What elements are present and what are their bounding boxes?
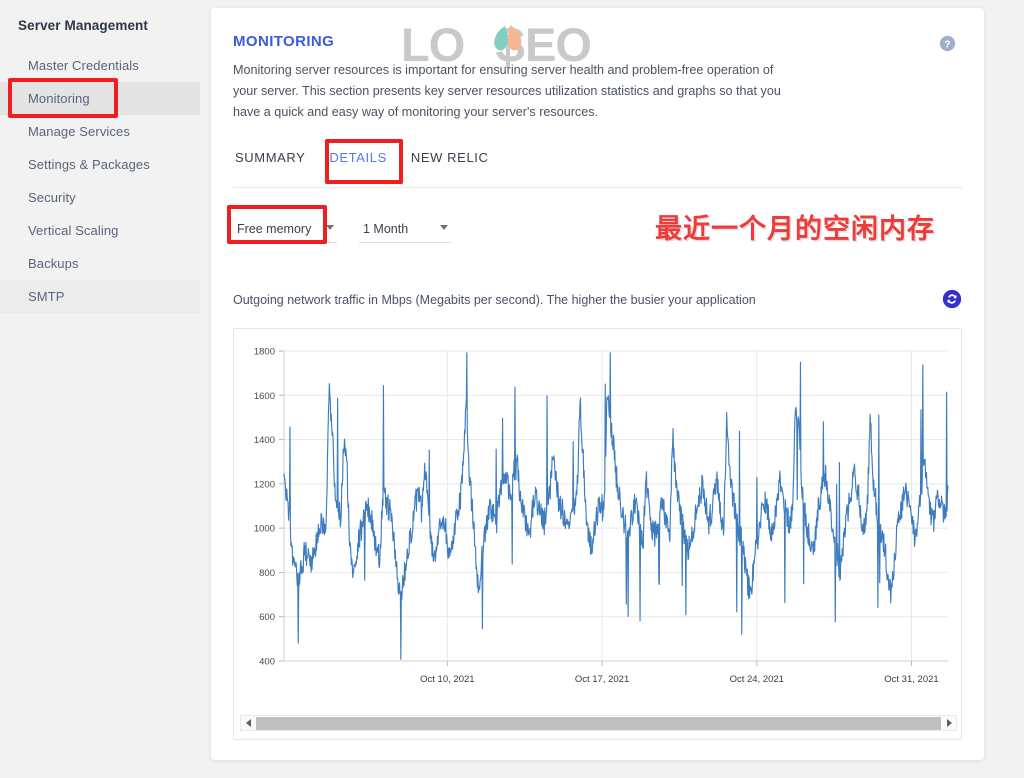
sidebar-item-backups[interactable]: Backups xyxy=(0,247,200,280)
metric-select[interactable]: Free memory xyxy=(233,215,337,243)
svg-text:Oct 24, 2021: Oct 24, 2021 xyxy=(730,674,784,685)
page-title: MONITORING xyxy=(233,33,335,50)
sidebar-item-label: SMTP xyxy=(28,289,65,304)
chart-plot-area[interactable]: 400 600 800 1000 1200 1400 1600 1800 Oct 10, 202… xyxy=(234,329,963,697)
chevron-down-icon xyxy=(326,225,334,230)
sidebar: Server Management Master Credentials Moni… xyxy=(0,0,200,778)
tab-bar: SUMMARY DETAILS NEW RELIC xyxy=(233,148,962,188)
sidebar-item-label: Vertical Scaling xyxy=(28,223,119,238)
chart-card: 400 600 800 1000 1200 1400 1600 1800 Oct 10, 202… xyxy=(233,328,962,740)
tab-new-relic[interactable]: NEW RELIC xyxy=(399,148,501,165)
svg-text:Oct 31, 2021: Oct 31, 2021 xyxy=(884,674,938,685)
sidebar-nav-list: Master Credentials Monitoring Manage Servi… xyxy=(0,49,200,313)
sidebar-item-label: Security xyxy=(28,190,76,205)
svg-text:?: ? xyxy=(944,39,950,50)
refresh-icon[interactable] xyxy=(942,289,962,309)
tab-details[interactable]: DETAILS xyxy=(317,148,398,165)
sidebar-item-label: Backups xyxy=(28,256,79,271)
sidebar-item-settings-packages[interactable]: Settings & Packages xyxy=(0,148,200,181)
free-memory-line-chart: 400 600 800 1000 1200 1400 1600 1800 Oct 10, 202… xyxy=(254,347,949,685)
scrollbar-thumb[interactable] xyxy=(256,716,941,730)
svg-text:800: 800 xyxy=(259,568,275,579)
svg-text:1400: 1400 xyxy=(254,435,275,446)
svg-text:1800: 1800 xyxy=(254,347,275,358)
svg-text:Oct 10, 2021: Oct 10, 2021 xyxy=(420,674,474,685)
scroll-left-arrow-icon[interactable] xyxy=(241,716,255,730)
metric-select-value: Free memory xyxy=(237,221,312,236)
sidebar-item-vertical-scaling[interactable]: Vertical Scaling xyxy=(0,214,200,247)
chart-horizontal-scrollbar[interactable] xyxy=(240,715,957,731)
period-select[interactable]: 1 Month xyxy=(359,215,451,243)
sidebar-item-security[interactable]: Security xyxy=(0,181,200,214)
sidebar-title: Server Management xyxy=(18,18,149,33)
sidebar-item-master-credentials[interactable]: Master Credentials xyxy=(0,49,200,82)
chart-controls: Free memory 1 Month xyxy=(233,215,451,243)
question-circle-icon[interactable]: ? xyxy=(939,35,956,52)
scroll-right-arrow-icon[interactable] xyxy=(942,716,956,730)
sidebar-item-smtp[interactable]: SMTP xyxy=(0,280,200,313)
svg-text:1000: 1000 xyxy=(254,524,275,535)
sidebar-item-manage-services[interactable]: Manage Services xyxy=(0,115,200,148)
sidebar-item-label: Settings & Packages xyxy=(28,157,150,172)
page-description: Monitoring server resources is important… xyxy=(233,63,781,119)
sidebar-item-label: Monitoring xyxy=(28,91,90,106)
monitoring-panel: LOYSEO MONITORING Monitoring server reso… xyxy=(211,8,984,760)
svg-text:1600: 1600 xyxy=(254,391,275,402)
tab-summary[interactable]: SUMMARY xyxy=(233,148,317,165)
svg-text:600: 600 xyxy=(259,612,275,623)
sidebar-item-monitoring[interactable]: Monitoring xyxy=(0,82,200,115)
period-select-value: 1 Month xyxy=(363,221,409,236)
annotation-text: 最近一个月的空闲内存 xyxy=(655,214,935,244)
chart-caption: Outgoing network traffic in Mbps (Megabi… xyxy=(233,293,756,307)
chevron-down-icon xyxy=(440,225,448,230)
svg-text:1200: 1200 xyxy=(254,479,275,490)
sidebar-item-label: Manage Services xyxy=(28,124,130,139)
sidebar-item-label: Master Credentials xyxy=(28,58,139,73)
svg-text:Oct 17, 2021: Oct 17, 2021 xyxy=(575,674,629,685)
svg-text:400: 400 xyxy=(259,657,275,668)
